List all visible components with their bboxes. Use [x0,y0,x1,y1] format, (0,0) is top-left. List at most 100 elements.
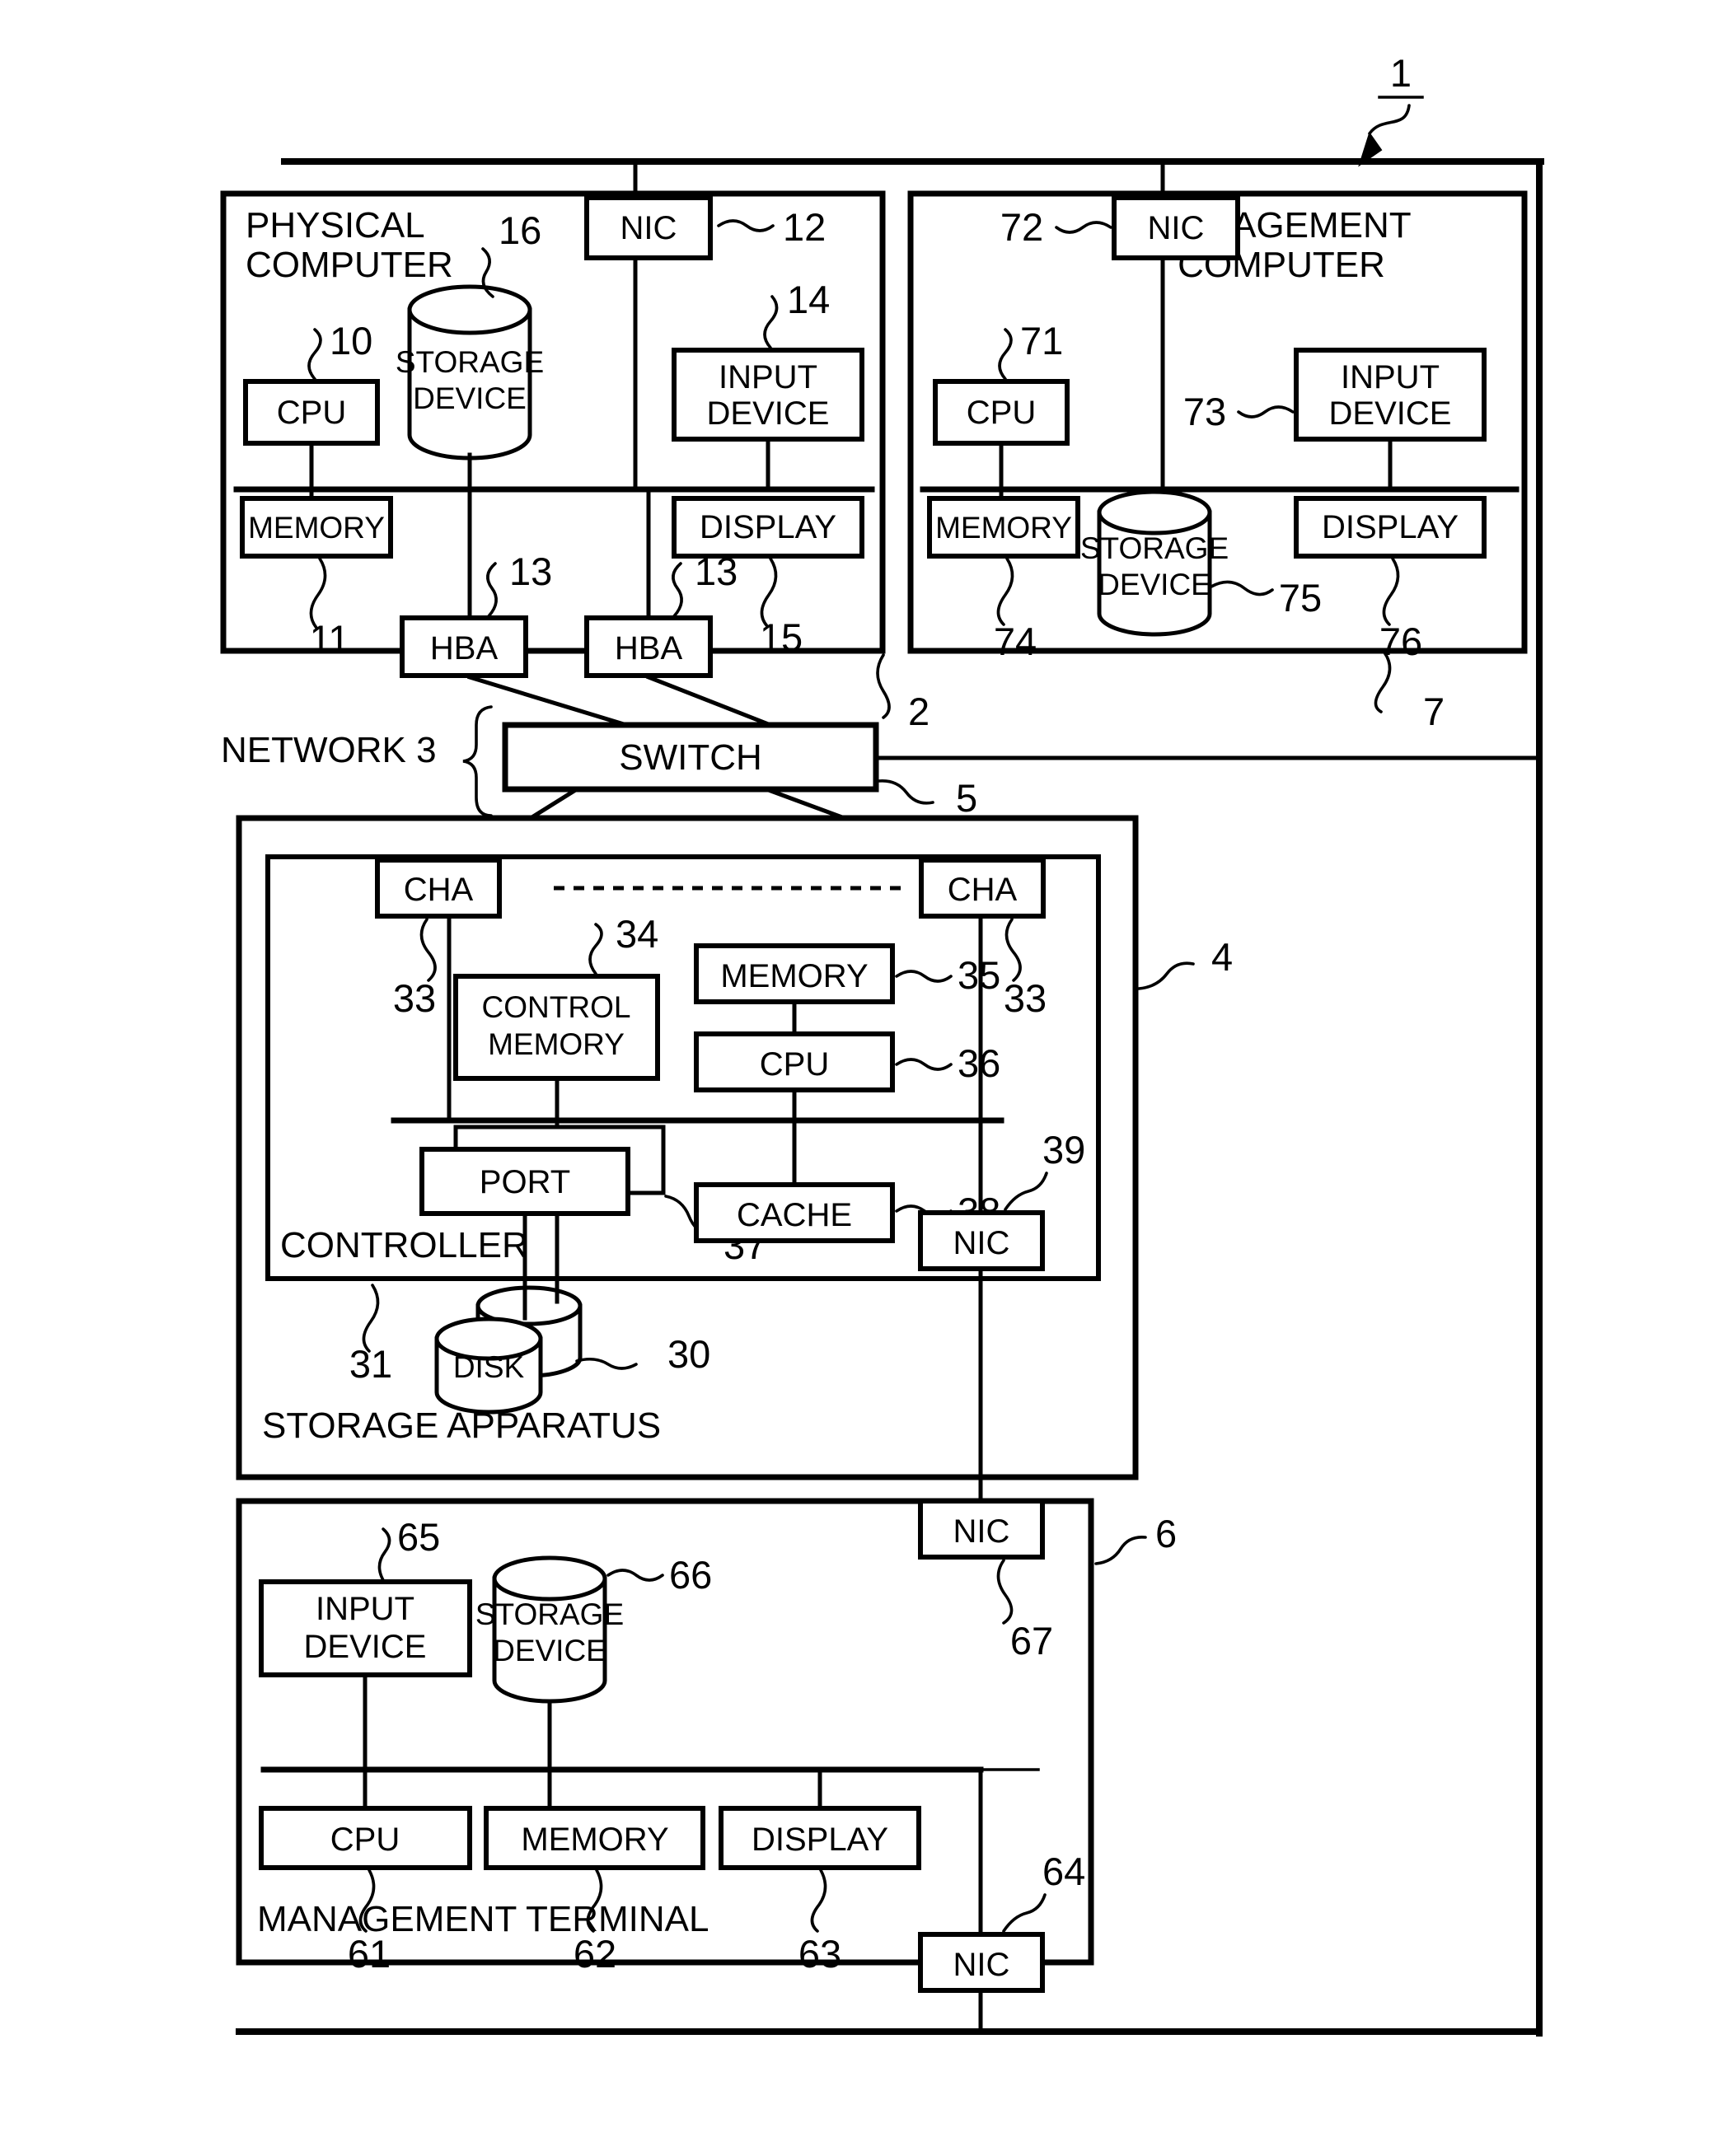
physical-computer-title-line2: COMPUTER [246,245,453,285]
mc-memory[interactable]: MEMORY [927,496,1080,559]
mc-display[interactable]: DISPLAY [1294,496,1487,559]
mc-storage-label-2: DEVICE [1098,568,1211,601]
mc-storage-device[interactable]: STORAGE DEVICE [1080,489,1229,637]
mt-cpu-ref: 61 [348,1932,391,1976]
mc-input-device[interactable]: INPUT DEVICE [1294,348,1487,442]
mc-input-label-2: DEVICE [1329,395,1452,432]
storage-control-memory[interactable]: CONTROL MEMORY [453,974,660,1081]
storage-nic-label: NIC [953,1225,1010,1261]
storage-port[interactable]: PORT [419,1147,630,1216]
network-switch-label: SWITCH [619,737,762,778]
mt-storage-label-1: STORAGE [475,1597,624,1631]
physical-computer-ref-leader [876,653,891,719]
network-label: NETWORK 3 [221,730,437,770]
physical-computer-title-line1: PHYSICAL [246,205,425,246]
mt-nic-bottom[interactable]: NIC [918,1932,1045,1993]
mc-cpu-label: CPU [967,395,1036,431]
pc-storage-ref: 16 [499,208,541,252]
storage-memory-ref: 35 [958,953,1000,997]
mc-memory-label: MEMORY [935,511,1072,545]
pc-storage-device[interactable]: STORAGE DEVICE [396,284,544,461]
storage-cha-right-ref: 33 [1004,976,1047,1020]
mt-input-label-2: DEVICE [304,1629,427,1665]
mt-nic-top[interactable]: NIC [918,1499,1045,1560]
mt-display-label: DISPLAY [752,1822,888,1858]
mt-display[interactable]: DISPLAY [719,1806,921,1870]
pc-hba-left-ref: 13 [509,550,552,593]
storage-port-label: PORT [480,1164,570,1200]
pc-nic[interactable]: NIC [584,195,713,260]
pc-hba-left[interactable]: HBA [400,615,528,678]
storage-memory-label: MEMORY [720,958,868,994]
pc-hba-right[interactable]: HBA [584,615,713,678]
mt-storage-ref: 66 [669,1553,712,1597]
system-ref-label: 1 [1390,51,1412,95]
storage-cha-left[interactable]: CHA [375,858,502,919]
pc-cpu-ref: 10 [330,319,372,362]
storage-cache-label: CACHE [737,1197,852,1233]
system-ref-1: 1 [1358,51,1424,167]
mc-input-label-1: INPUT [1341,359,1440,395]
mc-nic-label: NIC [1148,210,1205,246]
patent-figure-root: 1 PHYSICAL COMPUTER NIC 12 STORAGE DEVIC… [0,0,1728,2156]
storage-controller-label: CONTROLLER [280,1225,528,1265]
mc-nic[interactable]: NIC [1112,195,1240,260]
pc-cpu[interactable]: CPU [243,379,380,446]
hba-left-to-switch [466,674,630,728]
mt-input-device[interactable]: INPUT DEVICE [259,1579,472,1677]
pc-hba-right-ref: 13 [695,550,738,593]
pc-memory[interactable]: MEMORY [240,496,393,559]
storage-memory[interactable]: MEMORY [694,943,895,1004]
mc-cpu-ref: 71 [1020,319,1063,362]
mc-cpu[interactable]: CPU [933,379,1070,446]
storage-control-memory-label-1: CONTROL [482,990,631,1024]
mc-display-label: DISPLAY [1322,509,1459,545]
storage-nic[interactable]: NIC [918,1210,1045,1271]
mt-input-label-1: INPUT [316,1591,414,1627]
storage-apparatus-ref: 4 [1211,935,1233,979]
mc-storage-label-1: STORAGE [1080,531,1229,565]
figure-canvas: 1 PHYSICAL COMPUTER NIC 12 STORAGE DEVIC… [220,51,1544,2037]
pc-hba-right-label: HBA [615,630,683,666]
storage-control-memory-ref: 34 [616,912,658,956]
pc-storage-label-2: DEVICE [413,381,527,415]
pc-input-device[interactable]: INPUT DEVICE [672,348,864,442]
storage-controller-ref: 31 [349,1342,392,1386]
network-brace [462,705,493,817]
pc-nic-label: NIC [620,210,677,246]
mt-cpu[interactable]: CPU [259,1806,472,1870]
mt-display-ref: 63 [798,1932,841,1976]
mc-nic-ref: 72 [1000,205,1043,249]
pc-display-label: DISPLAY [700,509,836,545]
mt-nic-bottom-ref: 64 [1042,1850,1085,1893]
mt-cpu-label: CPU [330,1822,400,1858]
network-switch[interactable]: SWITCH [502,722,879,793]
storage-cha-right-label: CHA [948,872,1018,908]
mt-storage-label-2: DEVICE [493,1634,606,1667]
mt-nic-top-label: NIC [953,1513,1010,1550]
pc-memory-ref: 11 [310,617,350,661]
mc-input-ref: 73 [1183,390,1226,433]
management-terminal-ref: 6 [1155,1512,1177,1555]
storage-cha-left-label: CHA [404,872,474,908]
storage-cha-right[interactable]: CHA [919,858,1046,919]
pc-input-ref: 14 [787,278,830,321]
storage-cache[interactable]: CACHE [694,1182,895,1243]
management-terminal-title: MANAGEMENT TERMINAL [257,1899,709,1939]
pc-storage-label-1: STORAGE [396,345,544,379]
mt-nic-bottom-label: NIC [953,1947,1010,1983]
pc-input-label-2: DEVICE [707,395,830,432]
pc-nic-ref: 12 [783,205,826,249]
network-switch-ref-leader [877,779,934,805]
network-switch-ref: 5 [956,776,977,820]
storage-nic-ref: 39 [1042,1128,1085,1172]
storage-disk-label: DISK [453,1350,525,1384]
pc-display[interactable]: DISPLAY [672,496,864,559]
storage-disk-ref: 30 [667,1332,710,1376]
mc-storage-ref: 75 [1279,576,1322,620]
pc-hba-left-label: HBA [430,630,499,666]
mt-storage-device[interactable]: STORAGE DEVICE [475,1555,624,1704]
mt-memory-ref: 62 [574,1932,616,1976]
storage-cpu[interactable]: CPU [694,1031,895,1092]
mt-memory[interactable]: MEMORY [484,1806,705,1870]
